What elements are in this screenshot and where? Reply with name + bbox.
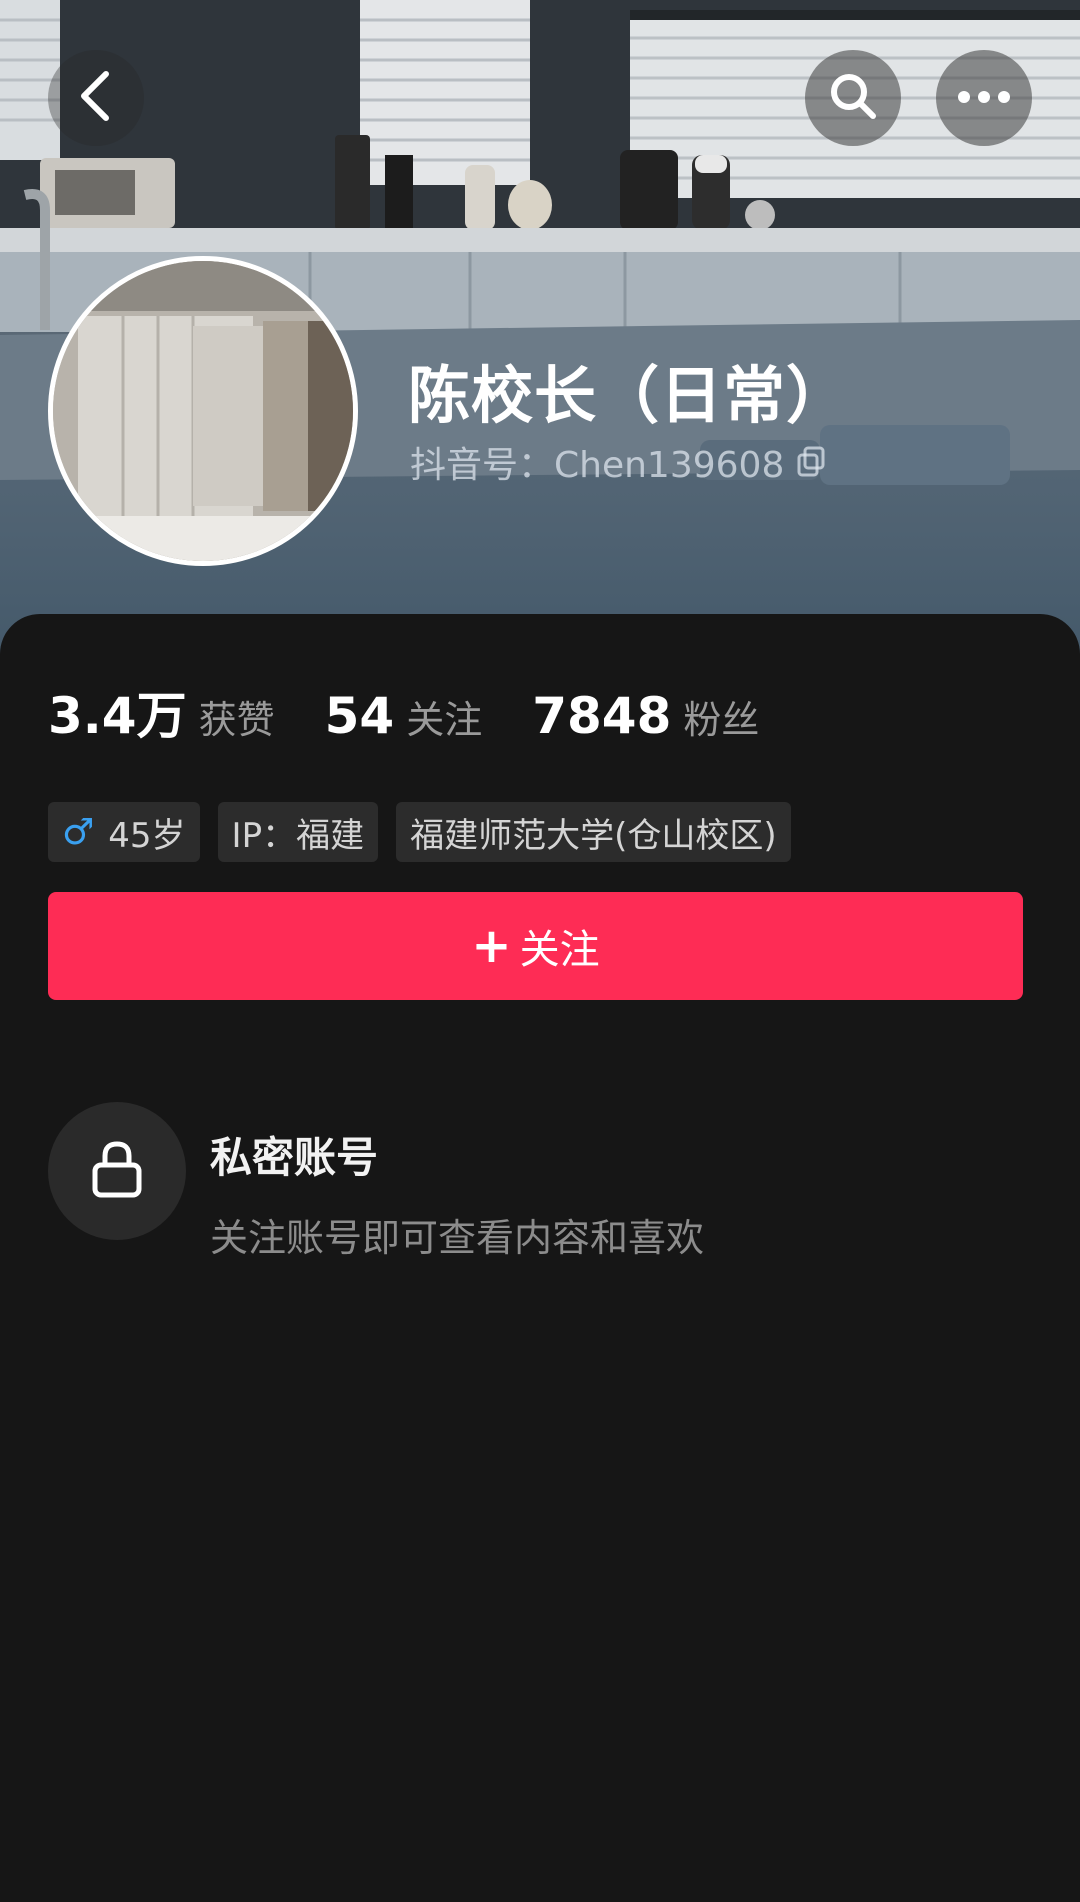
chevron-left-icon: [76, 68, 116, 128]
private-account-subtitle: 关注账号即可查看内容和喜欢: [210, 1216, 705, 1260]
stat-followers-value: 7848: [532, 687, 672, 745]
tag-school-text: 福建师范大学(仓山校区): [410, 815, 777, 856]
douyin-id[interactable]: 抖音号：Chen139608: [410, 436, 826, 488]
lock-icon: [91, 1139, 143, 1203]
search-icon: [827, 70, 879, 126]
tag-age-text: 45岁: [108, 815, 186, 856]
stat-likes-value: 3.4万: [48, 687, 187, 745]
private-account-notice: 私密账号 关注账号即可查看内容和喜欢: [48, 1102, 704, 1262]
douyin-id-text: 抖音号：Chen139608: [410, 445, 785, 486]
male-icon: ♂: [62, 811, 95, 853]
private-account-title: 私密账号: [210, 1133, 379, 1182]
plus-icon: +: [471, 918, 512, 974]
stat-likes: 3.4万 获赞: [48, 676, 275, 748]
stat-following-value: 54: [324, 687, 395, 745]
stat-followers[interactable]: 7848 粉丝: [532, 687, 759, 745]
stat-following-label: 关注: [406, 698, 483, 742]
stat-followers-label: 粉丝: [683, 698, 760, 742]
lock-badge: [48, 1102, 186, 1240]
private-account-text: 私密账号 关注账号即可查看内容和喜欢: [210, 1102, 704, 1262]
username: 陈校长（日常）: [408, 359, 850, 432]
tag-gender-age: ♂ 45岁: [48, 802, 200, 862]
stat-following[interactable]: 54 关注: [325, 687, 483, 745]
stat-likes-label: 获赞: [198, 698, 275, 742]
profile-stats: 3.4万 获赞 54 关注 7848 粉丝: [48, 676, 809, 748]
more-options-button[interactable]: [936, 50, 1032, 146]
tag-school[interactable]: 福建师范大学(仓山校区): [396, 802, 791, 862]
tag-ip: IP：福建: [217, 802, 379, 862]
copy-icon[interactable]: [796, 446, 826, 478]
follow-button-label: 关注: [519, 927, 600, 973]
avatar[interactable]: [48, 256, 358, 566]
profile-tags: ♂ 45岁 IP：福建 福建师范大学(仓山校区): [48, 802, 809, 862]
profile-panel: 3.4万 获赞 54 关注 7848 粉丝 ♂ 45岁 IP：福建 福建师范大学…: [0, 614, 1080, 1902]
tag-ip-text: IP：福建: [231, 815, 365, 856]
avatar-image: [53, 261, 353, 561]
follow-button[interactable]: + 关注: [48, 892, 1023, 1000]
more-horizontal-icon: [957, 89, 1011, 108]
search-button[interactable]: [805, 50, 901, 146]
back-button[interactable]: [48, 50, 144, 146]
